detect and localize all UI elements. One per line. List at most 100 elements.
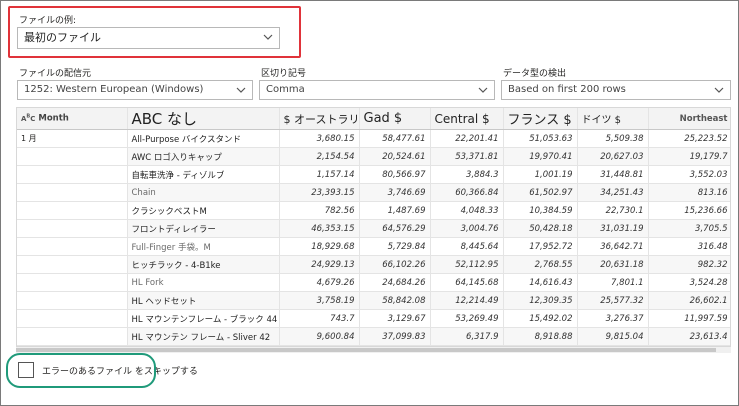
cell-northeast: 3,705.5: [648, 219, 730, 238]
table-row: HL ヘッドセット 3,758.19 58,842.08 12,214.49 12,30…: [17, 291, 730, 310]
cell-germany: 20,631.18: [577, 255, 649, 274]
cell-australia: 1,157.14: [279, 165, 360, 184]
column-header-gad[interactable]: Gad $: [359, 108, 431, 130]
cell-germany: 5,509.38: [577, 129, 649, 148]
cell-product: クラシックベストM: [127, 201, 280, 220]
data-type-detection-value: Based on first 200 rows: [508, 84, 626, 95]
cell-germany: 31,031.19: [577, 219, 649, 238]
cell-australia: 46,353.15: [279, 219, 360, 238]
cell-gad: 5,729.84: [359, 237, 431, 256]
cell-month: [17, 291, 128, 310]
cell-northeast: 26,602.1: [648, 291, 730, 310]
cell-central: 53,371.81: [430, 147, 504, 166]
table-row: 自転車洗浄 - ディゾルブ 1,157.14 80,566.97 3,884.3 1,0…: [17, 165, 730, 184]
cell-australia: 4,679.26: [279, 273, 360, 292]
data-type-detection-label: データ型の検出: [503, 69, 567, 79]
cell-month: [17, 219, 128, 238]
cell-germany: 7,801.1: [577, 273, 649, 292]
cell-germany: 22,730.1: [577, 201, 649, 220]
cell-france: 19,970.41: [503, 147, 578, 166]
cell-central: 4,048.33: [430, 201, 504, 220]
cell-product: HL ヘッドセット: [127, 291, 280, 310]
table-row: Chain 23,393.15 3,746.69 60,366.84 61,502.97…: [17, 183, 730, 202]
cell-gad: 80,566.97: [359, 165, 431, 184]
table-row: 1 月 All-Purpose バイクスタンド 3,680.15 58,477.61 2…: [17, 129, 730, 148]
data-type-detection-dropdown[interactable]: Based on first 200 rows: [501, 80, 731, 100]
cell-month: [17, 255, 128, 274]
cell-germany: 36,642.71: [577, 237, 649, 256]
column-header-product[interactable]: ABC なし: [127, 108, 280, 130]
cell-month: [17, 309, 128, 328]
delimiter-dropdown[interactable]: Comma: [259, 80, 495, 100]
cell-australia: 3,758.19: [279, 291, 360, 310]
chevron-down-icon: [478, 87, 488, 93]
cell-product: HL Fork: [127, 273, 280, 292]
cell-northeast: 813.16: [648, 183, 730, 202]
cell-gad: 1,487.69: [359, 201, 431, 220]
cell-germany: 9,815.04: [577, 327, 649, 346]
chevron-down-icon: [236, 87, 246, 93]
cell-france: 10,384.59: [503, 201, 578, 220]
file-origin-label: ファイルの配信元: [19, 69, 92, 79]
cell-central: 12,214.49: [430, 291, 504, 310]
cell-central: 6,317.9: [430, 327, 504, 346]
cell-gad: 58,842.08: [359, 291, 431, 310]
file-origin-value: 1252: Western European (Windows): [24, 84, 204, 95]
cell-france: 12,309.35: [503, 291, 578, 310]
cell-month: 1 月: [17, 129, 128, 148]
cell-australia: 3,680.15: [279, 129, 360, 148]
cell-month: [17, 147, 128, 166]
data-preview-table[interactable]: ABCMonth ABC なし $ オーストラリア $ Gad $ Centra…: [16, 107, 731, 347]
cell-germany: 34,251.43: [577, 183, 649, 202]
cell-northeast: 982.32: [648, 255, 730, 274]
cell-germany: 25,577.32: [577, 291, 649, 310]
cell-france: 1,001.19: [503, 165, 578, 184]
table-row: Full-Finger 手袋。M 18,929.68 5,729.84 8,445.6…: [17, 237, 730, 256]
cell-gad: 24,684.26: [359, 273, 431, 292]
cell-france: 17,952.72: [503, 237, 578, 256]
cell-central: 53,269.49: [430, 309, 504, 328]
cell-northeast: 15,236.66: [648, 201, 730, 220]
cell-france: 15,492.02: [503, 309, 578, 328]
cell-germany: 20,627.03: [577, 147, 649, 166]
delimiter-value: Comma: [266, 84, 305, 95]
cell-central: 60,366.84: [430, 183, 504, 202]
cell-month: [17, 327, 128, 346]
cell-northeast: 3,552.03: [648, 165, 730, 184]
cell-australia: 782.56: [279, 201, 360, 220]
cell-month: [17, 201, 128, 220]
cell-central: 22,201.41: [430, 129, 504, 148]
cell-france: 8,918.88: [503, 327, 578, 346]
file-origin-dropdown[interactable]: 1252: Western European (Windows): [17, 80, 253, 100]
cell-central: 3,884.3: [430, 165, 504, 184]
table-row: AWC ロゴ入りキャップ 2,154.54 20,524.61 53,371.81 19…: [17, 147, 730, 166]
column-header-central[interactable]: Central $: [430, 108, 504, 130]
cell-germany: 31,448.81: [577, 165, 649, 184]
cell-northeast: 23,613.4: [648, 327, 730, 346]
column-header-france[interactable]: フランス $: [503, 108, 578, 130]
cell-northeast: 19,179.7: [648, 147, 730, 166]
text-type-icon: ABC: [21, 113, 36, 123]
column-header-northeast[interactable]: Northeast: [648, 108, 730, 130]
cell-france: 51,053.63: [503, 129, 578, 148]
cell-northeast: 11,997.59: [648, 309, 730, 328]
scrollbar-thumb[interactable]: [16, 348, 716, 352]
cell-central: 52,112.95: [430, 255, 504, 274]
cell-month: [17, 273, 128, 292]
table-row: クラシックベストM 782.56 1,487.69 4,048.33 10,384.59…: [17, 201, 730, 220]
delimiter-label: 区切り記号: [261, 69, 307, 79]
table-row: HL マウンテン フレーム - Sliver 42 9,600.84 37,099.…: [17, 327, 730, 346]
cell-product: 自転車洗浄 - ディゾルブ: [127, 165, 280, 184]
cell-australia: 9,600.84: [279, 327, 360, 346]
cell-gad: 3,746.69: [359, 183, 431, 202]
table-row: HL マウンテンフレーム - ブラック 44 743.7 3,129.67 53,26…: [17, 309, 730, 328]
table-row: フロントディレイラー 46,353.15 64,576.29 3,004.76 50,4…: [17, 219, 730, 238]
cell-month: [17, 165, 128, 184]
cell-gad: 37,099.83: [359, 327, 431, 346]
cell-northeast: 3,524.28: [648, 273, 730, 292]
column-header-australia[interactable]: $ オーストラリア $: [279, 108, 360, 130]
column-header-germany[interactable]: ドイツ $: [577, 108, 649, 130]
cell-france: 61,502.97: [503, 183, 578, 202]
cell-gad: 66,102.26: [359, 255, 431, 274]
column-header-month[interactable]: ABC Month: [17, 108, 128, 130]
